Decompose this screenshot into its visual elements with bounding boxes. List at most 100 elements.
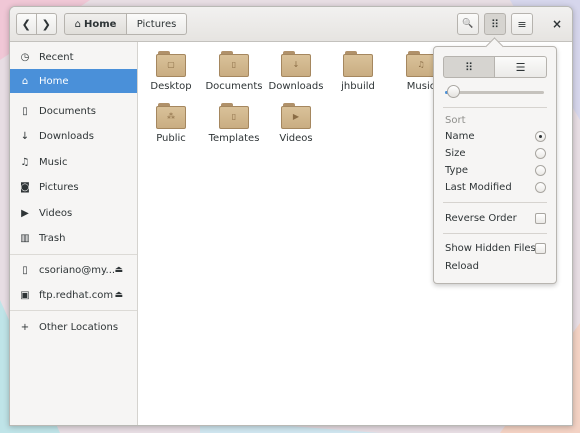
file-label: jhbuild xyxy=(341,81,375,92)
hamburger-icon: ≡ xyxy=(517,17,527,31)
view-options-button[interactable]: ⠿ xyxy=(484,13,506,35)
sort-name-radio[interactable] xyxy=(535,131,546,142)
clock-icon: ◷ xyxy=(20,51,30,63)
sort-option-name[interactable]: Name xyxy=(445,131,475,142)
popover-divider xyxy=(443,202,547,203)
sidebar-item-home[interactable]: ⌂ Home xyxy=(10,69,137,93)
sort-option-size[interactable]: Size xyxy=(445,148,466,159)
zoom-slider-handle[interactable] xyxy=(446,85,460,98)
sidebar-item-documents[interactable]: ▯ Documents xyxy=(10,99,137,123)
reverse-order-checkbox[interactable] xyxy=(535,213,546,224)
file-label: Templates xyxy=(208,133,260,144)
trash-icon: ▥ xyxy=(20,232,30,244)
download-icon: ↓ xyxy=(20,130,30,142)
path-bar: ⌂ Home Pictures xyxy=(64,13,187,35)
view-mode-toggle: ⠿ ☰ xyxy=(443,56,547,78)
back-button[interactable]: ❮ xyxy=(16,13,37,35)
camera-icon: ◙ xyxy=(20,181,30,193)
sidebar-item-recent[interactable]: ◷ Recent xyxy=(10,45,137,69)
folder-item[interactable]: ▶ Videos xyxy=(265,103,327,144)
sidebar-item-label: Downloads xyxy=(39,130,94,142)
sidebar-divider xyxy=(10,310,137,311)
folder-icon: ♫ xyxy=(406,51,436,77)
folder-item[interactable]: jhbuild xyxy=(327,51,389,92)
popover-divider xyxy=(443,107,547,108)
eject-icon[interactable]: ⏏ xyxy=(114,265,123,275)
eject-icon[interactable]: ⏏ xyxy=(114,290,123,300)
list-view-button[interactable]: ☰ xyxy=(495,56,547,78)
sort-size-radio[interactable] xyxy=(535,148,546,159)
folder-icon: ▯ xyxy=(219,103,249,129)
sidebar-item-label: csoriano@my... xyxy=(39,264,116,276)
folder-icon: ▢ xyxy=(156,51,186,77)
network-drive-icon: ▯ xyxy=(22,264,28,276)
music-icon: ♫ xyxy=(20,156,30,168)
zoom-slider[interactable] xyxy=(445,85,544,98)
home-icon: ⌂ xyxy=(21,75,29,87)
sidebar-item-label: ftp.redhat.com xyxy=(39,289,114,301)
sort-option-last-modified[interactable]: Last Modified xyxy=(445,182,512,193)
folder-item[interactable]: ↓ Downloads xyxy=(265,51,327,92)
grid-view-button[interactable]: ⠿ xyxy=(443,56,495,78)
folder-icon: ▶ xyxy=(281,103,311,129)
path-home-button[interactable]: ⌂ Home xyxy=(64,13,127,35)
sidebar-item-downloads[interactable]: ↓ Downloads xyxy=(10,124,137,148)
sidebar-item-pictures[interactable]: ◙ Pictures xyxy=(10,175,137,199)
close-button[interactable]: × xyxy=(552,17,562,31)
headerbar: ❮ ❯ ⌂ Home Pictures 🔍 ⠿ ≡ × xyxy=(10,7,572,42)
folder-item[interactable]: ▯ Documents xyxy=(203,51,265,92)
menu-button[interactable]: ≡ xyxy=(511,13,533,35)
grid-icon: ⠿ xyxy=(464,60,474,74)
chevron-left-icon: ❮ xyxy=(21,17,31,31)
folder-icon xyxy=(343,51,373,77)
sort-heading: Sort xyxy=(445,115,466,126)
sidebar-item-label: Pictures xyxy=(39,181,79,193)
sort-last-modified-radio[interactable] xyxy=(535,182,546,193)
sort-type-radio[interactable] xyxy=(535,165,546,176)
search-icon: 🔍 xyxy=(462,19,474,29)
file-label: Documents xyxy=(205,81,263,92)
home-icon: ⌂ xyxy=(74,18,81,30)
folder-icon: ⁂ xyxy=(156,103,186,129)
sidebar-item-videos[interactable]: ▶ Videos xyxy=(10,201,137,225)
video-icon: ▶ xyxy=(21,207,29,219)
close-icon: × xyxy=(551,17,562,31)
show-hidden-files-checkbox[interactable] xyxy=(535,243,546,254)
sidebar-item-music[interactable]: ♫ Music xyxy=(10,150,137,174)
sidebar-item-label: Recent xyxy=(39,51,74,63)
file-label: Downloads xyxy=(268,81,324,92)
path-home-label: Home xyxy=(83,18,117,30)
sidebar-item-network-mount[interactable]: ▯ csoriano@my... ⏏ xyxy=(10,258,137,282)
sidebar-item-ftp[interactable]: ▣ ftp.redhat.com ⏏ xyxy=(10,283,137,307)
sidebar-item-label: Home xyxy=(39,75,69,87)
reload-item[interactable]: Reload xyxy=(445,261,479,272)
navigation-buttons: ❮ ❯ xyxy=(16,13,57,35)
sidebar-item-label: Videos xyxy=(39,207,73,219)
sidebar-item-other-locations[interactable]: + Other Locations xyxy=(10,315,137,339)
file-label: Desktop xyxy=(150,81,192,92)
sort-option-type[interactable]: Type xyxy=(445,165,468,176)
folder-item[interactable]: ▯ Templates xyxy=(203,103,265,144)
sidebar-item-label: Trash xyxy=(39,232,66,244)
path-pictures-button[interactable]: Pictures xyxy=(127,13,187,35)
network-server-icon: ▣ xyxy=(20,289,30,301)
sidebar-item-trash[interactable]: ▥ Trash xyxy=(10,226,137,250)
forward-button[interactable]: ❯ xyxy=(36,13,57,35)
file-label: Public xyxy=(156,133,186,144)
sidebar-item-label: Music xyxy=(39,156,68,168)
sidebar-item-label: Other Locations xyxy=(39,321,119,333)
popover-divider xyxy=(443,233,547,234)
show-hidden-files-label[interactable]: Show Hidden Files xyxy=(445,243,536,254)
folder-icon: ↓ xyxy=(281,51,311,77)
path-pictures-label: Pictures xyxy=(136,18,177,30)
search-button[interactable]: 🔍 xyxy=(457,13,479,35)
chevron-right-icon: ❯ xyxy=(41,17,51,31)
folder-item[interactable]: ⁂ Public xyxy=(140,103,202,144)
view-options-popover: ⠿ ☰ Sort Name Size Type Last Modified Re… xyxy=(433,37,557,284)
plus-icon: + xyxy=(20,321,30,333)
sidebar-divider xyxy=(10,254,137,255)
reverse-order-label[interactable]: Reverse Order xyxy=(445,213,517,224)
file-label: Videos xyxy=(279,133,313,144)
folder-item[interactable]: ▢ Desktop xyxy=(140,51,202,92)
list-icon: ☰ xyxy=(515,60,526,74)
